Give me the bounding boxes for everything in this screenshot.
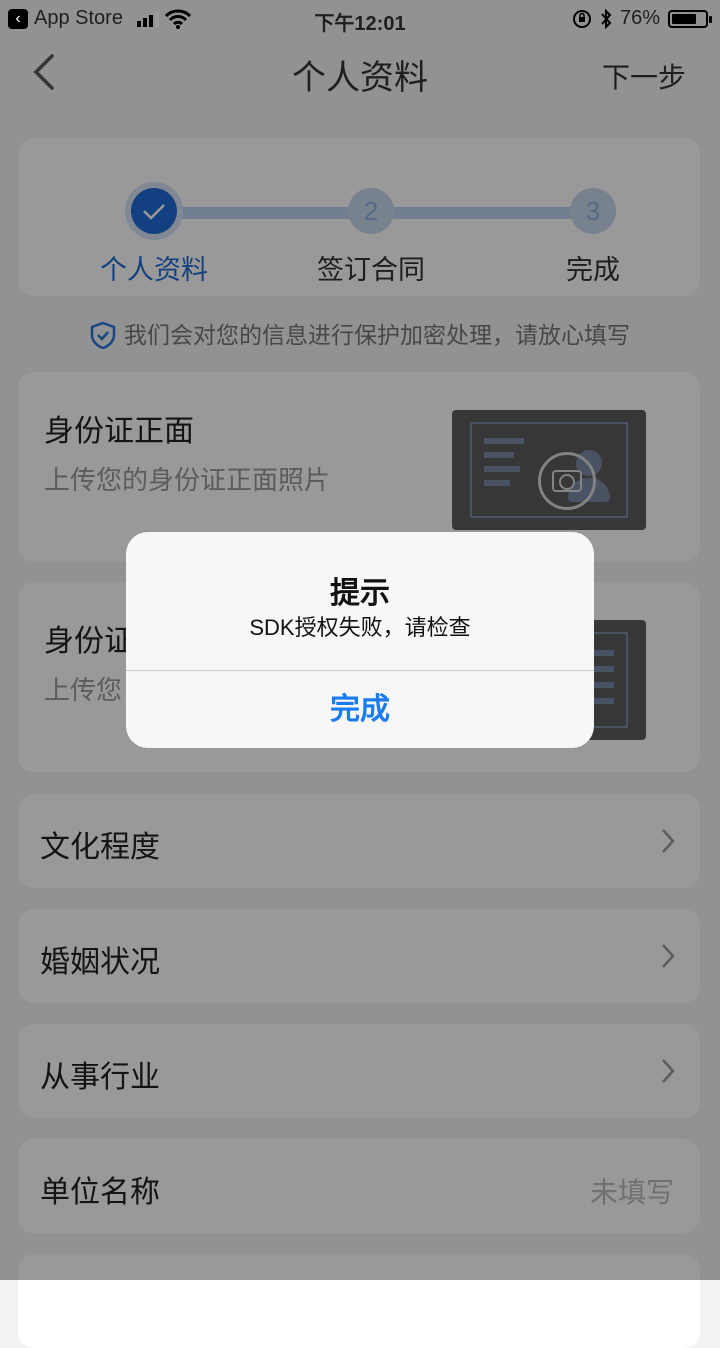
battery-percent: 76% [619,7,660,29]
status-right: 76% [572,7,712,30]
alert-message: SDK授权失败，请检查 [249,615,471,640]
status-bar: ‹ App Store 下午12:01 76% [0,0,720,38]
alert-done-button[interactable]: 完成 [126,671,594,748]
screen: ‹ App Store 下午12:01 76% 个人资料 下一步 2 3 个人资… [0,0,720,1348]
alert-dialog: 提示 SDK授权失败，请检查 完成 [126,532,594,748]
nav-bar: 个人资料 下一步 [0,38,720,108]
battery-fill [672,13,697,24]
next-step-button[interactable]: 下一步 [602,56,686,96]
orientation-lock-icon [572,9,591,28]
bluetooth-icon [601,8,612,29]
battery-icon [668,9,712,28]
alert-title: 提示 [330,577,390,610]
